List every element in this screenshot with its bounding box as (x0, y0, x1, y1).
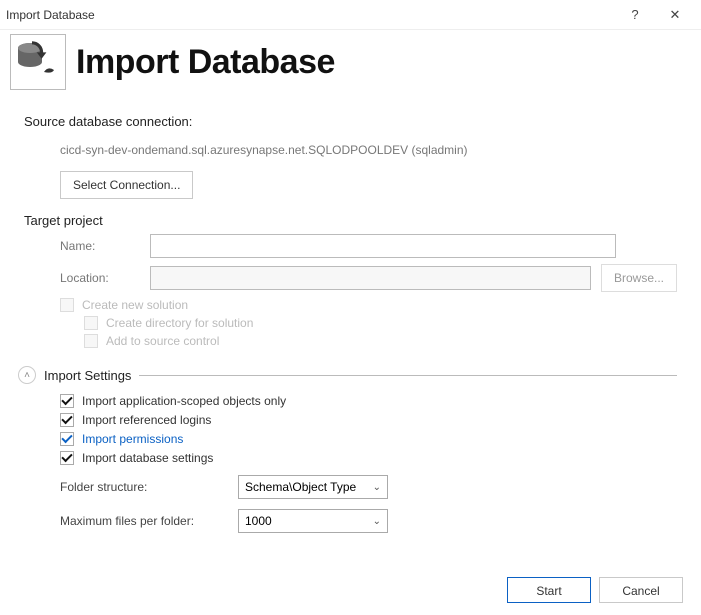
select-connection-button[interactable]: Select Connection... (60, 171, 193, 199)
folder-structure-value: Schema\Object Type (245, 480, 356, 494)
location-input[interactable] (150, 266, 591, 290)
location-label: Location: (60, 271, 140, 285)
chevron-down-icon: ⌄ (373, 482, 381, 493)
import-app-scoped-label: Import application-scoped objects only (82, 394, 286, 408)
add-source-control-checkbox[interactable] (84, 334, 98, 348)
import-settings-title: Import Settings (44, 368, 131, 383)
help-button[interactable]: ? (615, 1, 655, 29)
source-connection-label: Source database connection: (24, 114, 677, 129)
create-new-solution-label: Create new solution (82, 298, 188, 312)
max-files-label: Maximum files per folder: (60, 514, 220, 528)
create-new-solution-checkbox[interactable] (60, 298, 74, 312)
cancel-button[interactable]: Cancel (599, 577, 683, 603)
import-db-settings-checkbox[interactable] (60, 451, 74, 465)
start-button[interactable]: Start (507, 577, 591, 603)
dialog-header: Import Database (0, 30, 701, 96)
import-database-icon (10, 34, 66, 90)
dialog-title: Import Database (76, 43, 335, 82)
add-source-control-label: Add to source control (106, 334, 219, 348)
source-connection-value: cicd-syn-dev-ondemand.sql.azuresynapse.n… (60, 143, 677, 157)
max-files-dropdown[interactable]: 1000 ⌄ (238, 509, 388, 533)
import-permissions-checkbox[interactable] (60, 432, 74, 446)
max-files-value: 1000 (245, 514, 272, 528)
window-title: Import Database (6, 8, 615, 22)
titlebar: Import Database ? ✕ (0, 0, 701, 30)
import-db-settings-label: Import database settings (82, 451, 213, 465)
create-directory-label: Create directory for solution (106, 316, 253, 330)
divider (139, 375, 677, 376)
import-settings-header: ˄ Import Settings (24, 366, 677, 384)
collapse-icon[interactable]: ˄ (18, 366, 36, 384)
create-directory-checkbox[interactable] (84, 316, 98, 330)
import-ref-logins-label: Import referenced logins (82, 413, 211, 427)
dialog-footer: Start Cancel (0, 567, 701, 615)
dialog-content: Source database connection: cicd-syn-dev… (0, 96, 701, 533)
close-button[interactable]: ✕ (655, 1, 695, 29)
import-app-scoped-checkbox[interactable] (60, 394, 74, 408)
name-label: Name: (60, 239, 140, 253)
folder-structure-dropdown[interactable]: Schema\Object Type ⌄ (238, 475, 388, 499)
import-ref-logins-checkbox[interactable] (60, 413, 74, 427)
browse-button[interactable]: Browse... (601, 264, 677, 292)
chevron-down-icon: ⌄ (373, 516, 381, 527)
folder-structure-label: Folder structure: (60, 480, 220, 494)
name-input[interactable] (150, 234, 616, 258)
import-permissions-label: Import permissions (82, 432, 183, 446)
target-project-label: Target project (24, 213, 677, 228)
